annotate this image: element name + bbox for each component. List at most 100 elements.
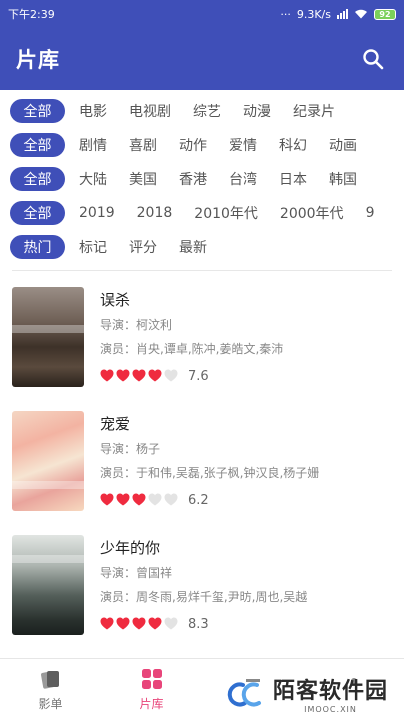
status-time: 下午2:39 xyxy=(8,8,55,21)
filter-chip-selected[interactable]: 全部 xyxy=(10,201,65,225)
search-button[interactable] xyxy=(360,46,386,72)
filter-chip-selected[interactable]: 全部 xyxy=(10,133,65,157)
filter-option[interactable]: 纪录片 xyxy=(293,101,335,121)
filter-option[interactable]: 2010年代 xyxy=(194,203,258,223)
movie-poster[interactable] xyxy=(12,287,84,387)
filter-chip-selected[interactable]: 全部 xyxy=(10,167,65,191)
rating-score: 7.6 xyxy=(188,368,209,384)
filter-row-type: 全部 电影 电视剧 综艺 动漫 纪录片 xyxy=(10,94,404,128)
nav-tab-playlists[interactable]: 影单 xyxy=(0,659,101,720)
status-indicators: ··· 9.3K/s 92 xyxy=(280,8,396,21)
movie-info: 宠爱 导演：杨子 演员：于和伟,吴磊,张子枫,钟汉良,杨子姗 6.2 xyxy=(84,401,392,525)
movie-director: 导演：杨子 xyxy=(100,442,161,456)
heart-icon xyxy=(132,369,146,381)
filter-row-sort: 热门 标记 评分 最新 xyxy=(10,230,404,264)
wifi-icon xyxy=(355,9,367,19)
filter-option[interactable]: 美国 xyxy=(129,169,157,189)
movie-rating: 6.2 xyxy=(100,487,392,513)
nav-label: 片库 xyxy=(139,697,164,711)
movie-title[interactable]: 少年的你 xyxy=(100,535,392,561)
movie-cast: 演员：周冬雨,易烊千玺,尹昉,周也,吴越 xyxy=(100,590,308,604)
filter-option[interactable]: 综艺 xyxy=(193,101,221,121)
movie-title[interactable]: 宠爱 xyxy=(100,411,392,437)
movie-rating: 8.3 xyxy=(100,611,392,637)
filter-option[interactable]: 科幻 xyxy=(279,135,307,155)
heart-icon xyxy=(132,617,146,629)
heart-icon xyxy=(116,617,130,629)
rating-hearts xyxy=(100,367,180,386)
rating-score: 6.2 xyxy=(188,492,209,508)
filter-chip-selected[interactable]: 全部 xyxy=(10,99,65,123)
filter-option[interactable]: 大陆 xyxy=(79,169,107,189)
heart-icon xyxy=(148,617,162,629)
filter-option[interactable]: 电视剧 xyxy=(129,101,171,121)
filter-option[interactable]: 最新 xyxy=(179,237,207,257)
filter-row-year: 全部 2019 2018 2010年代 2000年代 9 xyxy=(10,196,404,230)
filter-option[interactable]: 日本 xyxy=(279,169,307,189)
filter-option[interactable]: 动画 xyxy=(329,135,357,155)
filter-option[interactable]: 2018 xyxy=(137,205,173,221)
filter-option[interactable]: 台湾 xyxy=(229,169,257,189)
heart-icon xyxy=(100,493,114,505)
filter-panel: 全部 电影 电视剧 综艺 动漫 纪录片 全部 剧情 喜剧 动作 爱情 科幻 动画… xyxy=(0,90,404,264)
filter-option[interactable]: 动作 xyxy=(179,135,207,155)
heart-icon xyxy=(116,369,130,381)
movie-cast: 演员：于和伟,吴磊,张子枫,钟汉良,杨子姗 xyxy=(100,466,320,480)
status-bar: 下午2:39 ··· 9.3K/s 92 xyxy=(0,0,404,28)
heart-icon xyxy=(148,369,162,381)
movie-director: 导演：柯汶利 xyxy=(100,318,173,332)
filter-row-region: 全部 大陆 美国 香港 台湾 日本 韩国 xyxy=(10,162,404,196)
search-icon xyxy=(363,49,384,70)
movie-item[interactable]: 少年的你 导演：曾国祥 演员：周冬雨,易烊千玺,尹昉,周也,吴越 8.3 xyxy=(0,525,404,649)
app-title: 片库 xyxy=(16,48,60,72)
movie-poster[interactable] xyxy=(12,535,84,635)
battery-icon: 92 xyxy=(374,8,396,20)
filter-option[interactable]: 韩国 xyxy=(329,169,357,189)
filter-option[interactable]: 标记 xyxy=(79,237,107,257)
heart-icon xyxy=(164,617,178,629)
movie-info: 误杀 导演：柯汶利 演员：肖央,谭卓,陈冲,姜皓文,秦沛 7.6 xyxy=(84,277,392,401)
filter-option[interactable]: 2000年代 xyxy=(280,203,344,223)
watermark: 陌客软件园 IMOOC.XIN xyxy=(227,673,388,714)
filter-option[interactable]: 2019 xyxy=(79,205,115,221)
app-bar: 片库 xyxy=(0,28,404,90)
heart-icon xyxy=(164,369,178,381)
heart-icon xyxy=(100,369,114,381)
heart-icon xyxy=(116,493,130,505)
film-cards-icon xyxy=(40,671,59,689)
nav-label: 影单 xyxy=(38,697,63,711)
movie-cast: 演员：肖央,谭卓,陈冲,姜皓文,秦沛 xyxy=(100,342,284,356)
watermark-logo-icon xyxy=(227,682,261,706)
filter-option[interactable]: 评分 xyxy=(129,237,157,257)
dots-icon: ··· xyxy=(280,7,291,21)
watermark-text: 陌客软件园 IMOOC.XIN xyxy=(273,673,388,714)
nav-tab-library[interactable]: 片库 xyxy=(101,659,202,720)
movie-poster[interactable] xyxy=(12,411,84,511)
filter-option[interactable]: 香港 xyxy=(179,169,207,189)
rating-hearts xyxy=(100,615,180,634)
heart-icon xyxy=(132,493,146,505)
watermark-title: 陌客软件园 xyxy=(272,679,388,704)
movie-item[interactable]: 误杀 导演：柯汶利 演员：肖央,谭卓,陈冲,姜皓文,秦沛 7.6 xyxy=(0,277,404,401)
rating-hearts xyxy=(100,491,180,510)
movie-director: 导演：曾国祥 xyxy=(100,566,173,580)
filter-option[interactable]: 电影 xyxy=(79,101,107,121)
filter-option[interactable]: 剧情 xyxy=(79,135,107,155)
movie-title[interactable]: 误杀 xyxy=(100,287,392,313)
movie-list: 误杀 导演：柯汶利 演员：肖央,谭卓,陈冲,姜皓文,秦沛 7.6 宠爱 导演：杨… xyxy=(0,271,404,649)
heart-icon xyxy=(100,617,114,629)
rating-score: 8.3 xyxy=(188,616,209,632)
heart-icon xyxy=(164,493,178,505)
filter-option[interactable]: 爱情 xyxy=(229,135,257,155)
filter-row-genre: 全部 剧情 喜剧 动作 爱情 科幻 动画 xyxy=(10,128,404,162)
filter-option[interactable]: 9 xyxy=(366,205,375,221)
filter-option[interactable]: 喜剧 xyxy=(129,135,157,155)
movie-rating: 7.6 xyxy=(100,363,392,389)
filter-option[interactable]: 动漫 xyxy=(243,101,271,121)
movie-item[interactable]: 宠爱 导演：杨子 演员：于和伟,吴磊,张子枫,钟汉良,杨子姗 6.2 xyxy=(0,401,404,525)
heart-icon xyxy=(148,493,162,505)
filter-chip-selected[interactable]: 热门 xyxy=(10,235,65,259)
app-root: 下午2:39 ··· 9.3K/s 92 片库 全部 电影 电视剧 综艺 动漫 … xyxy=(0,0,404,720)
movie-info: 少年的你 导演：曾国祥 演员：周冬雨,易烊千玺,尹昉,周也,吴越 8.3 xyxy=(84,525,392,649)
signal-icon xyxy=(337,9,348,19)
